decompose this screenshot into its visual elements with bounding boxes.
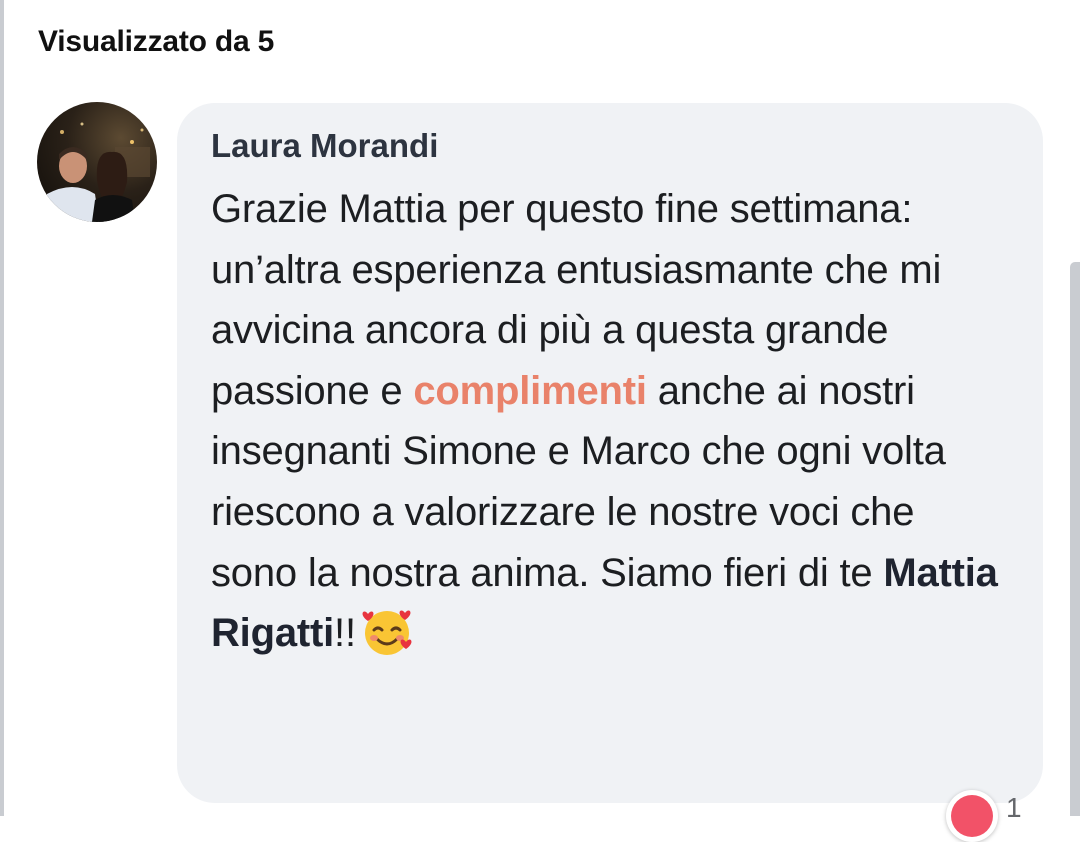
comment-text-part: !! [334,611,356,656]
left-border [0,0,4,816]
reaction-summary[interactable]: 1 [946,790,1036,842]
love-icon [946,790,998,842]
seen-by-label: Visualizzato da 5 [38,25,275,58]
highlighted-word: complimenti [413,368,647,413]
scrollbar[interactable] [1070,262,1080,816]
reaction-count: 1 [1006,792,1022,823]
avatar[interactable] [37,102,157,222]
smiling-face-with-hearts-icon [360,604,414,676]
comment-author[interactable]: Laura Morandi [211,127,438,165]
comment-text: Grazie Mattia per questo fine settimana:… [211,179,1011,676]
